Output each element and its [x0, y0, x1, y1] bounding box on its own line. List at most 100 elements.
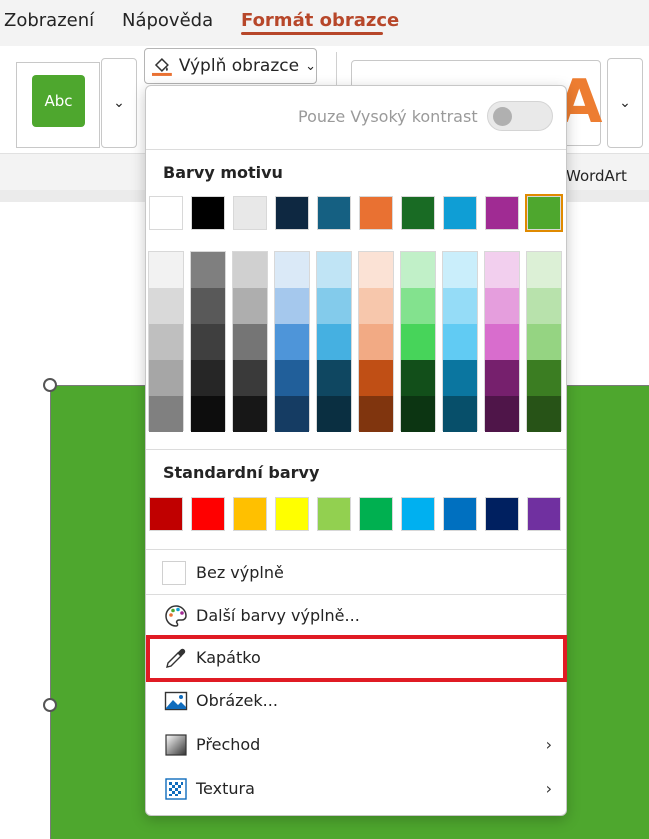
standard-color-swatch[interactable] [233, 497, 267, 531]
theme-shade-swatch[interactable] [401, 288, 435, 324]
standard-colors-title: Standardní barvy [163, 463, 320, 482]
theme-shade-swatch[interactable] [317, 324, 351, 360]
menu-item-picture[interactable]: Obrázek... [148, 680, 566, 722]
theme-shade-swatch[interactable] [233, 252, 267, 288]
theme-shade-swatch[interactable] [443, 252, 477, 288]
theme-color-swatch[interactable] [525, 194, 563, 232]
theme-shade-swatch[interactable] [485, 396, 519, 432]
theme-shade-swatch[interactable] [359, 396, 393, 432]
menu-item-more-colors[interactable]: Další barvy výplně... [148, 595, 566, 637]
theme-shade-swatch[interactable] [233, 396, 267, 432]
shape-style-sample[interactable]: Abc [32, 75, 85, 127]
theme-shade-swatch[interactable] [401, 324, 435, 360]
resize-handle-top-left[interactable] [43, 378, 57, 392]
wordart-group-label: WordArt [566, 167, 627, 185]
gradient-icon [165, 734, 187, 756]
theme-shade-swatch[interactable] [191, 288, 225, 324]
standard-color-swatch[interactable] [485, 497, 519, 531]
theme-shade-swatch[interactable] [149, 288, 183, 324]
menu-item-label: Přechod [196, 735, 261, 754]
theme-shade-swatch[interactable] [317, 252, 351, 288]
theme-shade-swatch[interactable] [527, 288, 561, 324]
picture-icon [164, 691, 188, 711]
theme-shade-swatch[interactable] [149, 360, 183, 396]
theme-shade-swatch[interactable] [275, 288, 309, 324]
theme-shade-swatch[interactable] [191, 360, 225, 396]
theme-shade-swatch[interactable] [191, 324, 225, 360]
theme-color-swatch[interactable] [233, 196, 267, 230]
theme-shade-swatch[interactable] [359, 288, 393, 324]
standard-color-swatch[interactable] [275, 497, 309, 531]
theme-shade-swatch[interactable] [359, 324, 393, 360]
standard-color-swatch[interactable] [359, 497, 393, 531]
standard-color-swatch[interactable] [317, 497, 351, 531]
theme-shade-swatch[interactable] [443, 324, 477, 360]
paint-bucket-icon [151, 58, 172, 76]
tab-napoveda[interactable]: Nápověda [122, 10, 213, 31]
theme-color-swatch[interactable] [275, 196, 309, 230]
theme-shade-swatch[interactable] [149, 396, 183, 432]
standard-color-swatch[interactable] [149, 497, 183, 531]
theme-shade-swatch[interactable] [317, 288, 351, 324]
theme-shade-swatch[interactable] [527, 324, 561, 360]
chevron-down-icon: ⌄ [305, 58, 316, 74]
theme-color-swatch[interactable] [149, 196, 183, 230]
theme-color-swatch[interactable] [485, 196, 519, 230]
theme-shade-swatch[interactable] [359, 252, 393, 288]
theme-color-swatch[interactable] [191, 196, 225, 230]
theme-shade-swatch[interactable] [149, 252, 183, 288]
theme-shade-swatch[interactable] [149, 324, 183, 360]
menu-item-gradient[interactable]: Přechod › [148, 724, 566, 766]
theme-shade-swatch[interactable] [233, 360, 267, 396]
shape-fill-label: Výplň obrazce [178, 56, 300, 76]
standard-color-swatch[interactable] [527, 497, 561, 531]
no-fill-icon [162, 561, 186, 585]
theme-shade-swatch[interactable] [443, 396, 477, 432]
menu-item-label: Textura [196, 779, 255, 798]
theme-shade-swatch[interactable] [191, 396, 225, 432]
theme-shade-swatch[interactable] [317, 360, 351, 396]
theme-shade-swatch[interactable] [527, 396, 561, 432]
menu-item-no-fill[interactable]: Bez výplně [148, 552, 566, 594]
menu-divider [146, 449, 566, 450]
shape-style-gallery[interactable]: Abc [16, 62, 100, 148]
theme-shade-swatch[interactable] [527, 252, 561, 288]
theme-shade-swatch[interactable] [443, 288, 477, 324]
theme-shade-swatch[interactable] [401, 360, 435, 396]
theme-shade-swatch[interactable] [275, 360, 309, 396]
theme-shade-swatch[interactable] [233, 288, 267, 324]
standard-color-swatch[interactable] [401, 497, 435, 531]
theme-shade-swatch[interactable] [233, 324, 267, 360]
theme-shade-swatch[interactable] [443, 360, 477, 396]
theme-color-swatch[interactable] [317, 196, 351, 230]
theme-color-swatch[interactable] [443, 196, 477, 230]
tab-zobrazeni[interactable]: Zobrazení [4, 10, 94, 31]
standard-color-swatch[interactable] [191, 497, 225, 531]
theme-shade-swatch[interactable] [191, 252, 225, 288]
theme-color-swatch[interactable] [401, 196, 435, 230]
theme-shade-swatch[interactable] [317, 396, 351, 432]
theme-shade-swatch[interactable] [401, 252, 435, 288]
theme-color-swatch[interactable] [359, 196, 393, 230]
shape-style-sample-text: Abc [44, 92, 73, 110]
tab-format-obrazce[interactable]: Formát obrazce [241, 10, 399, 31]
theme-shade-swatch[interactable] [275, 324, 309, 360]
shape-fill-button[interactable]: Výplň obrazce ⌄ [144, 48, 317, 84]
shape-fill-dropdown-menu: Pouze Vysoký kontrast Barvy motivu Stand… [145, 85, 567, 816]
wordart-gallery-more-button[interactable]: ⌄ [607, 58, 643, 148]
active-tab-indicator [241, 32, 383, 35]
theme-shade-swatch[interactable] [485, 288, 519, 324]
high-contrast-toggle[interactable] [487, 101, 553, 131]
theme-shade-swatch[interactable] [485, 252, 519, 288]
theme-shade-swatch[interactable] [359, 360, 393, 396]
theme-shade-swatch[interactable] [275, 396, 309, 432]
theme-shade-swatch[interactable] [401, 396, 435, 432]
standard-color-swatch[interactable] [443, 497, 477, 531]
theme-shade-swatch[interactable] [275, 252, 309, 288]
menu-item-texture[interactable]: Textura › [148, 768, 566, 810]
theme-shade-swatch[interactable] [485, 360, 519, 396]
theme-shade-swatch[interactable] [485, 324, 519, 360]
shape-style-gallery-more-button[interactable]: ⌄ [101, 58, 137, 148]
theme-shade-swatch[interactable] [527, 360, 561, 396]
resize-handle-middle-left[interactable] [43, 698, 57, 712]
